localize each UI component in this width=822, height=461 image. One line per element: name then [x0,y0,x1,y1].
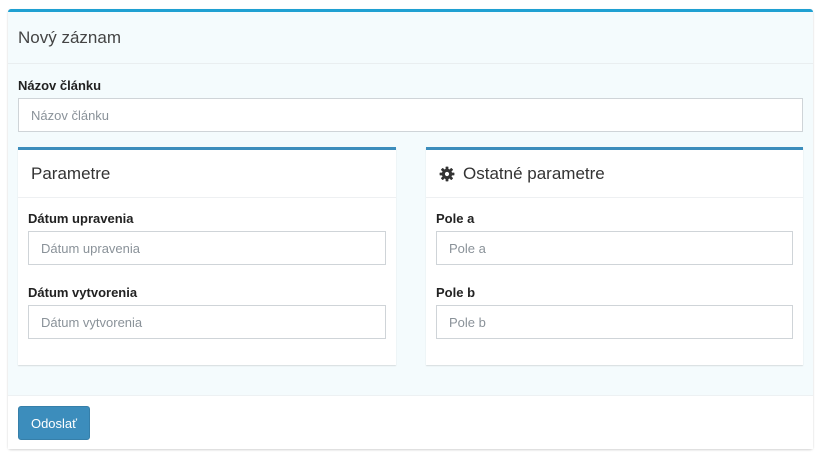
submit-button[interactable]: Odoslať [18,406,90,440]
other-parameters-panel: Ostatné parametre Pole a Pole b [426,147,803,365]
date-modified-input[interactable] [28,231,386,265]
new-record-box: Nový záznam Názov článku Parametre Dátum… [8,9,813,449]
field-a-input[interactable] [436,231,793,265]
article-title-input[interactable] [18,98,803,132]
box-footer: Odoslať [8,395,813,449]
date-created-input[interactable] [28,305,386,339]
box-header: Nový záznam [8,12,813,64]
field-b-input[interactable] [436,305,793,339]
parameters-panel: Parametre Dátum upravenia Dátum vytvoren… [18,147,396,365]
date-modified-label: Dátum upravenia [28,211,134,226]
gear-icon [439,166,455,182]
other-parameters-title: Ostatné parametre [463,163,605,183]
box-title: Nový záznam [18,27,121,47]
article-title-label: Názov článku [18,78,102,93]
field-a-label: Pole a [436,211,475,226]
parameters-title: Parametre [31,163,111,183]
parameters-header: Parametre [18,150,396,198]
field-b-label: Pole b [436,285,476,300]
date-created-label: Dátum vytvorenia [28,285,138,300]
other-parameters-header: Ostatné parametre [426,150,803,198]
